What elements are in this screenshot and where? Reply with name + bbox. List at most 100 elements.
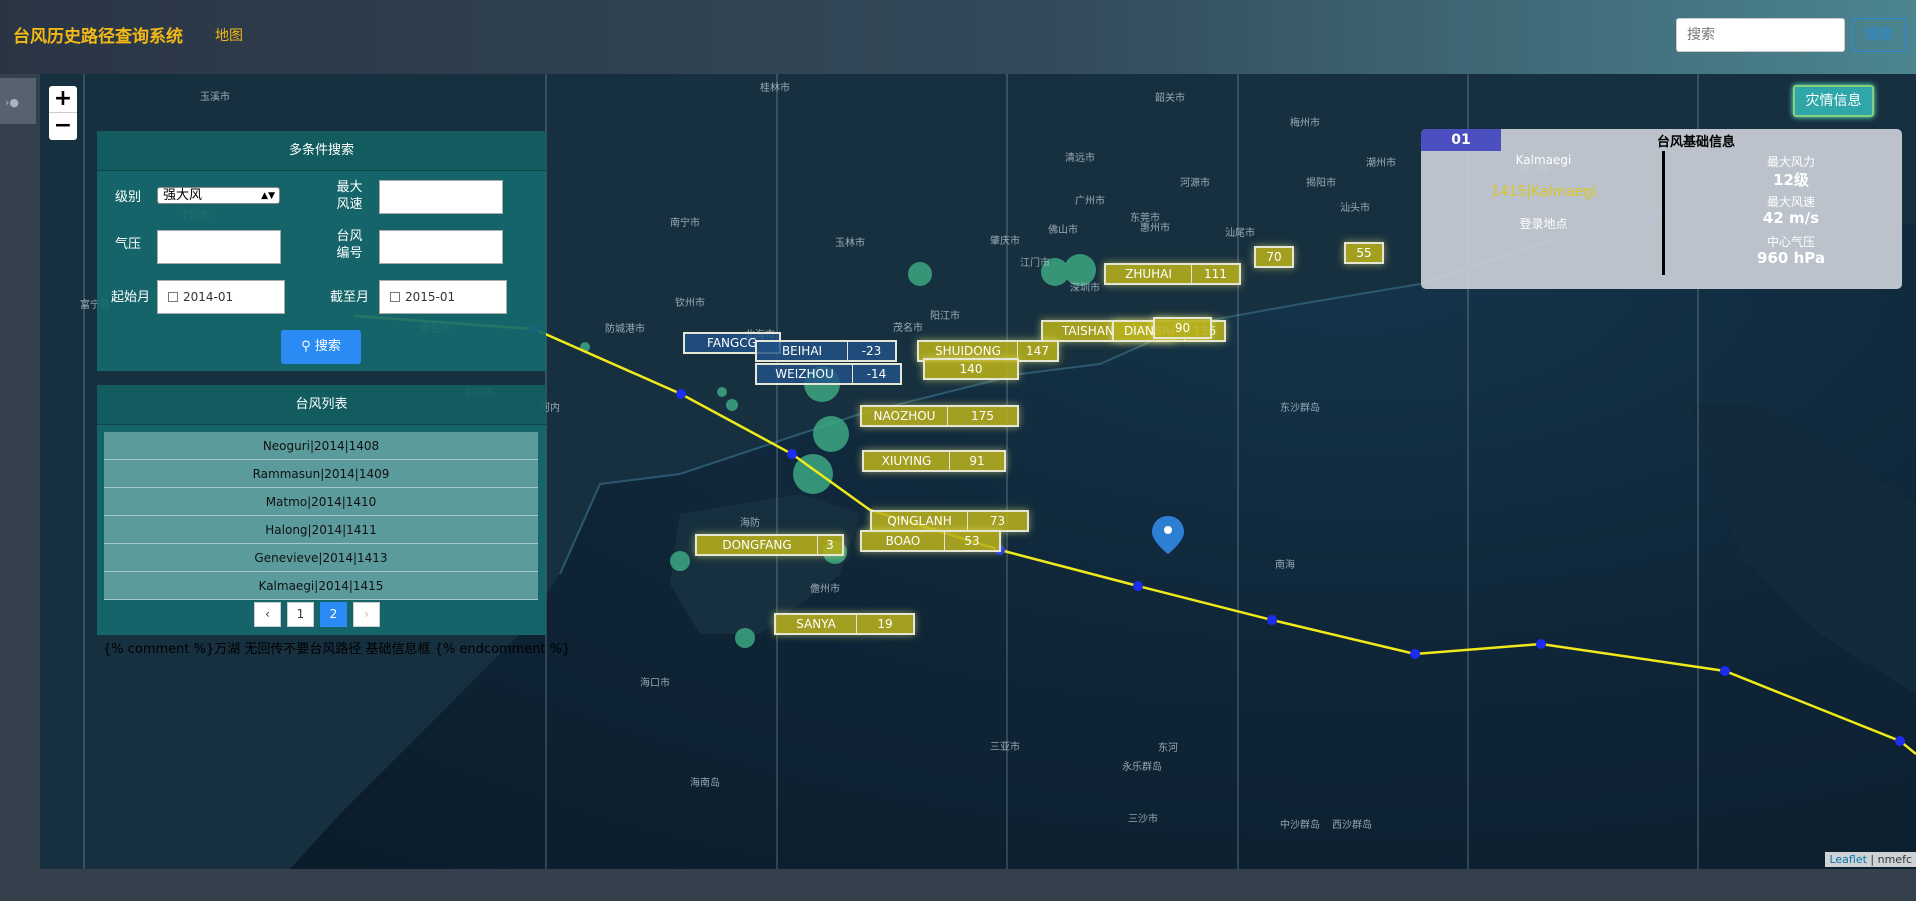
end-month-label: 截至月 (329, 290, 369, 305)
station-name: XIUYING (881, 454, 932, 468)
info-card-index: 01 (1421, 129, 1501, 151)
station-pill[interactable]: QINGLANH 73 (870, 510, 1029, 532)
list-item[interactable]: Rammasun|2014|1409 (104, 460, 538, 488)
list-item[interactable]: Kalmaegi|2014|1415 (104, 572, 538, 600)
map-place-label: 汕头市 (1340, 203, 1370, 214)
left-sidebar-strip (0, 74, 40, 870)
prev-page-button[interactable]: ‹ (254, 602, 281, 627)
typhoon-no-input[interactable] (379, 230, 503, 264)
list-item[interactable]: Halong|2014|1411 (104, 516, 538, 544)
typhoon-code: 1415|Kalmaegi (1490, 184, 1597, 200)
map-place-label: 东河 (1158, 743, 1178, 754)
station-pill[interactable]: WEIZHOU -14 (755, 363, 902, 385)
leaflet-link[interactable]: Leaflet (1829, 853, 1866, 866)
panel-search-button[interactable]: ⚲ 搜索 (281, 330, 361, 364)
station-pill[interactable]: BOAO 53 (860, 530, 1001, 552)
pressure-input[interactable] (157, 230, 281, 264)
map-place-label: 防城港市 (605, 324, 645, 335)
station-value: 19 (856, 615, 913, 633)
end-month-input[interactable]: 2015-01 (379, 280, 507, 314)
station-name: ZHUHAI (1125, 267, 1172, 281)
map-place-label: 海防 (740, 518, 760, 529)
zoom-in-button[interactable]: + (49, 86, 77, 113)
chevron-left-icon: ‹ (265, 607, 270, 621)
station-pill[interactable]: 55 (1344, 242, 1384, 264)
map-place-label: 中沙群岛 (1280, 820, 1320, 831)
max-speed-value: 42 m/s (1762, 209, 1820, 227)
station-pill[interactable]: XIUYING 91 (862, 450, 1006, 472)
map-place-label: 玉林市 (835, 238, 865, 249)
panel-search-label: 搜索 (314, 339, 341, 354)
attribution-source: nmefc (1877, 853, 1912, 866)
list-item[interactable]: Neoguri|2014|1408 (104, 432, 538, 460)
map-place-label: 三亚市 (990, 742, 1020, 753)
station-value: 73 (967, 512, 1027, 530)
nav-map-link[interactable]: 地图 (215, 25, 243, 45)
station-pill[interactable]: 90 (1153, 317, 1212, 339)
map-place-label: 东沙群岛 (1280, 403, 1320, 414)
map-place-label: 桂林市 (760, 83, 790, 94)
disaster-info-button[interactable]: 灾情信息 (1793, 85, 1874, 117)
station-pill[interactable]: 70 (1254, 246, 1294, 268)
station-value: 55 (1356, 246, 1372, 260)
station-value: 90 (1174, 321, 1191, 335)
map-place-label: 西沙群岛 (1332, 820, 1372, 831)
typhoon-no-label: 台风编号 (336, 229, 363, 261)
typhoon-list-panel: 台风列表 Neoguri|2014|1408 Rammasun|2014|140… (97, 385, 546, 635)
station-pill[interactable]: BEIHAI -23 (755, 340, 897, 362)
station-name: SANYA (796, 617, 836, 631)
station-value: 111 (1191, 265, 1239, 283)
typhoon-name: Kalmaegi (1515, 153, 1572, 167)
map-place-label: 肇庆市 (990, 236, 1020, 247)
multi-search-panel: 多条件搜索 级别 强大风 ▲▼ 最大风速 气压 台风编号 起始月 2014-01 … (97, 131, 546, 371)
list-item[interactable]: Genevieve|2014|1413 (104, 544, 538, 572)
station-name: WEIZHOU (775, 367, 834, 381)
station-pill[interactable]: ZHUHAI 111 (1104, 263, 1241, 285)
max-speed-input[interactable] (379, 180, 503, 214)
start-month-label: 起始月 (110, 290, 150, 305)
max-speed-label: 最大风速 (336, 180, 363, 212)
map-place-label: 韶关市 (1155, 93, 1185, 104)
search-input[interactable] (1676, 18, 1845, 52)
page-1-button[interactable]: 1 (287, 602, 314, 627)
map-place-label: 南宁市 (670, 218, 700, 229)
zoom-out-button[interactable]: − (49, 113, 77, 140)
station-value: -14 (852, 365, 900, 383)
station-name: BEIHAI (781, 344, 823, 358)
bottom-bar (0, 869, 1916, 901)
map-place-label: 佛山市 (1048, 225, 1078, 236)
info-divider (1662, 151, 1665, 275)
search-button[interactable]: 搜索 (1852, 18, 1906, 52)
list-item[interactable]: Matmo|2014|1410 (104, 488, 538, 516)
level-select[interactable]: 强大风 ▲▼ (157, 187, 280, 204)
typhoon-list: Neoguri|2014|1408 Rammasun|2014|1409 Mat… (104, 432, 538, 600)
level-select-value: 强大风 (163, 188, 203, 203)
top-header: 台风历史路径查询系统 地图 搜索 (0, 0, 1916, 74)
station-pill[interactable]: DONGFANG 3 (695, 534, 844, 556)
map-place-label: 梅州市 (1290, 118, 1320, 129)
station-pill[interactable]: NAOZHOU 175 (860, 405, 1019, 427)
location-pin-icon[interactable]: ›● (5, 96, 33, 110)
station-pill[interactable]: 140 (923, 358, 1019, 380)
start-month-input[interactable]: 2014-01 (157, 280, 285, 314)
level-label: 级别 (114, 190, 141, 205)
station-value: 91 (949, 452, 1004, 470)
next-page-button[interactable]: › (353, 602, 380, 627)
map-place-label: 潮州市 (1366, 158, 1396, 169)
map-place-label: 玉溪市 (200, 92, 230, 103)
end-month-value: 2015-01 (405, 290, 456, 304)
map-attribution: Leaflet | nmefc (1825, 852, 1916, 867)
landing-label: 登录地点 (1519, 217, 1568, 231)
start-month-value: 2014-01 (183, 290, 234, 304)
station-name: NAOZHOU (873, 409, 936, 423)
station-pill[interactable]: SANYA 19 (774, 613, 915, 635)
page-2-button[interactable]: 2 (320, 602, 347, 627)
app-title: 台风历史路径查询系统 (13, 27, 183, 47)
select-arrow-icon: ▲▼ (261, 191, 275, 201)
max-speed-label: 最大风速 (1766, 195, 1815, 209)
station-value: 53 (944, 532, 999, 550)
station-value: 70 (1266, 250, 1282, 264)
typhoon-info-card: 01 台风基础信息 Kalmaegi 1415|Kalmaegi 登录地点 最大… (1421, 129, 1902, 289)
map-place-label: 海南岛 (690, 778, 720, 789)
max-level-value: 12级 (1773, 171, 1809, 189)
